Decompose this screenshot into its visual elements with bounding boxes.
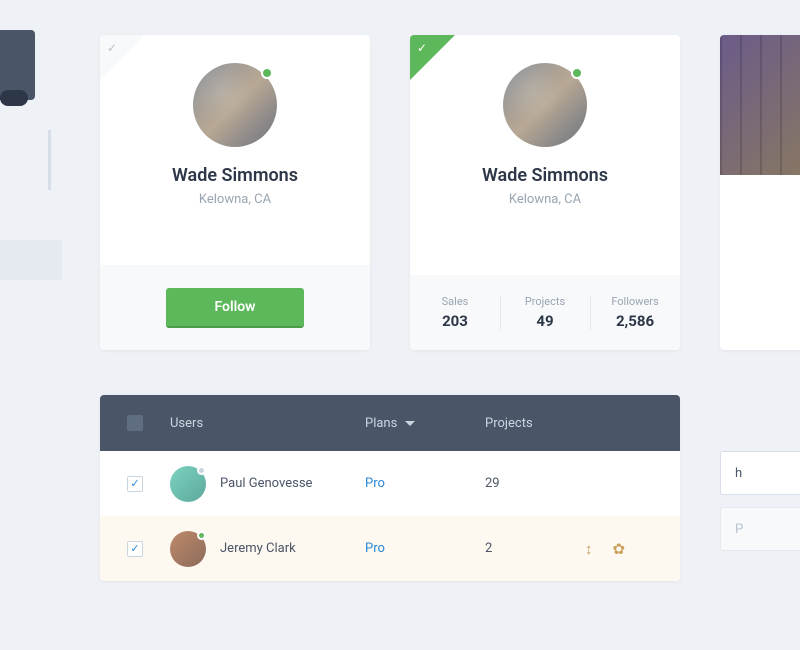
table-header: Users Plans Projects — [100, 395, 680, 451]
sidebar-divider — [48, 130, 51, 190]
stat-sales[interactable]: Sales 203 — [410, 275, 500, 350]
profile-card-follow: ✓ Wade Simmons Kelowna, CA Follow — [100, 35, 370, 350]
follow-button[interactable]: Follow — [166, 288, 303, 328]
profile-name: Wade Simmons — [410, 165, 680, 186]
users-table: Users Plans Projects ✓ Paul Genovesse Pr… — [100, 395, 680, 581]
text-input[interactable]: h — [720, 451, 800, 495]
cover-image — [720, 35, 800, 175]
form-fragment: h P — [720, 395, 800, 551]
user-projects: 2 — [485, 541, 585, 556]
profile-name-fragment: W — [720, 227, 800, 248]
sort-icon[interactable]: ↕ — [585, 540, 593, 558]
user-name: Paul Genovesse — [220, 476, 312, 491]
header-users[interactable]: Users — [170, 416, 365, 431]
stat-label: Followers — [611, 295, 658, 308]
header-checkbox[interactable] — [100, 415, 170, 431]
user-name: Jeremy Clark — [220, 541, 296, 556]
table-row[interactable]: ✓ Paul Genovesse Pro 29 — [100, 451, 680, 516]
chevron-down-icon — [405, 421, 415, 426]
presence-dot — [197, 531, 206, 540]
table-row[interactable]: ✓ Jeremy Clark Pro 2 ↕ ✿ — [100, 516, 680, 581]
stat-value: 203 — [442, 312, 468, 330]
user-plan[interactable]: Pro — [365, 541, 485, 556]
profile-location: Kelowna, CA — [100, 192, 370, 207]
profile-card-cover: W — [720, 35, 800, 350]
profile-name: Wade Simmons — [100, 165, 370, 186]
presence-dot — [261, 67, 273, 79]
text-input-placeholder[interactable]: P — [720, 507, 800, 551]
check-icon: ✓ — [107, 41, 117, 55]
header-projects[interactable]: Projects — [485, 416, 605, 431]
user-plan[interactable]: Pro — [365, 476, 485, 491]
stat-value: 49 — [536, 312, 553, 330]
presence-dot — [197, 466, 206, 475]
presence-dot — [571, 67, 583, 79]
check-icon: ✓ — [417, 41, 427, 55]
row-checkbox[interactable]: ✓ — [127, 476, 143, 492]
gear-icon[interactable]: ✿ — [613, 540, 626, 558]
avatar — [170, 531, 206, 567]
header-plans-label: Plans — [365, 416, 397, 431]
user-projects: 29 — [485, 476, 585, 491]
stat-projects[interactable]: Projects 49 — [500, 275, 590, 350]
sidebar-fragment — [0, 30, 35, 100]
avatar — [170, 466, 206, 502]
row-checkbox[interactable]: ✓ — [127, 541, 143, 557]
header-plans[interactable]: Plans — [365, 416, 485, 431]
profile-location: Kelowna, CA — [410, 192, 680, 207]
profile-card-stats: ✓ Wade Simmons Kelowna, CA Sales 203 Pro… — [410, 35, 680, 350]
stat-followers[interactable]: Followers 2,586 — [590, 275, 680, 350]
stat-label: Sales — [442, 295, 469, 308]
sidebar-pill — [0, 90, 28, 106]
stat-label: Projects — [525, 295, 565, 308]
stat-value: 2,586 — [616, 312, 654, 330]
sidebar-item-fragment — [0, 240, 62, 280]
